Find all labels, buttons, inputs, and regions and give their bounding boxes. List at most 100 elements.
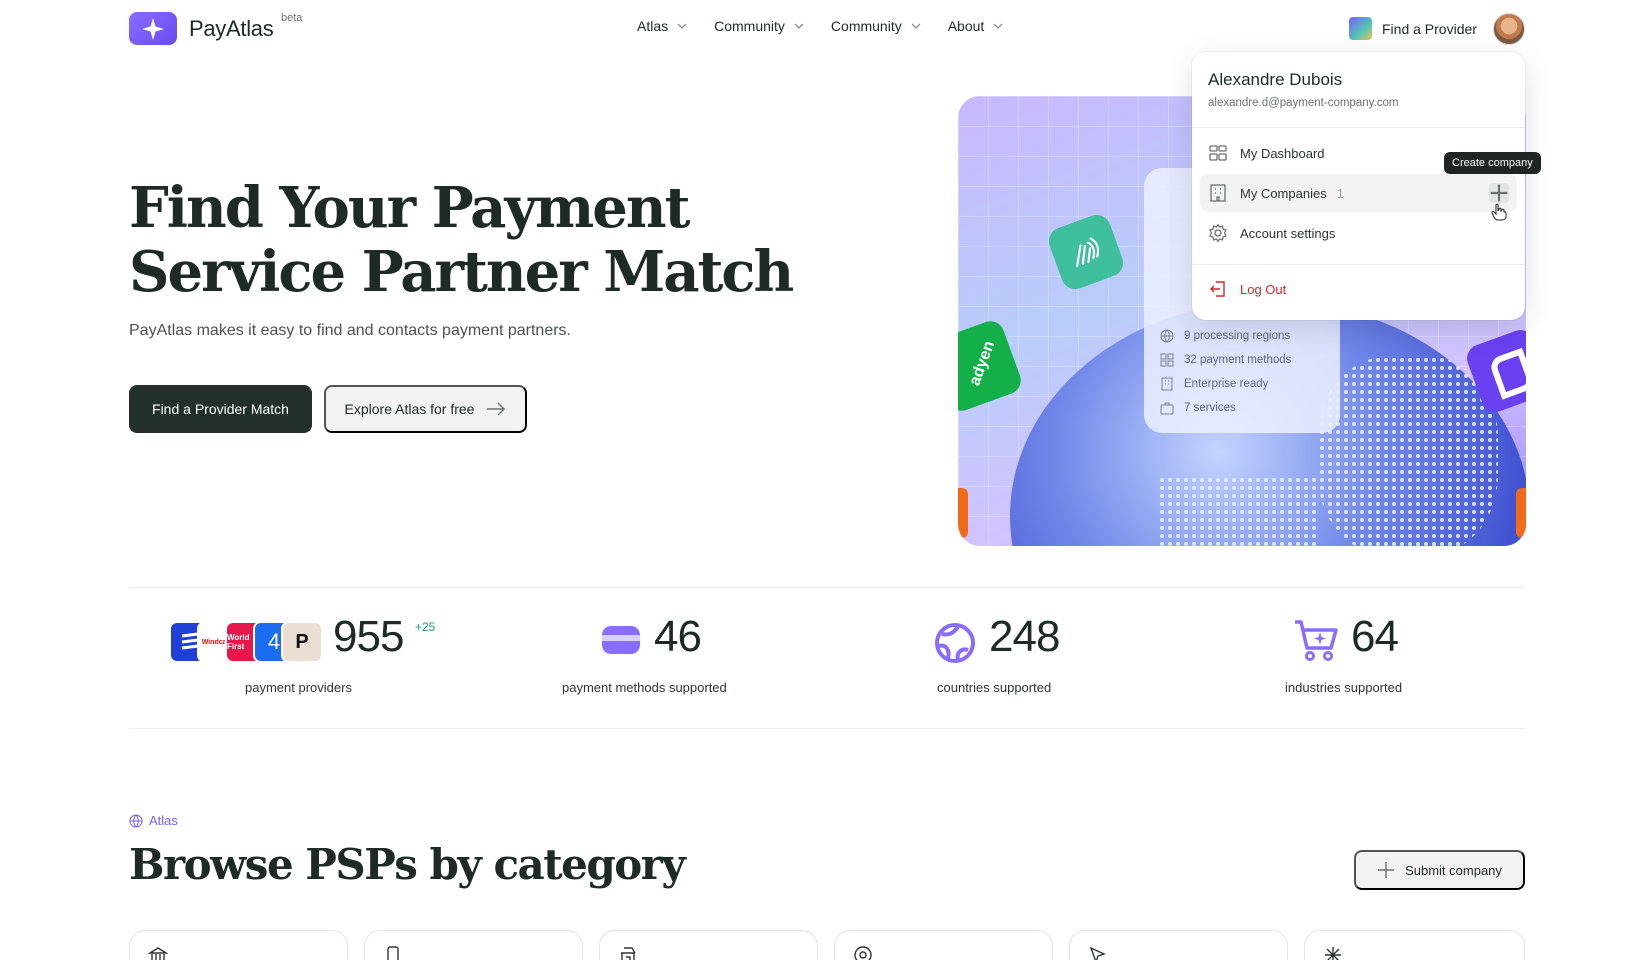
decorative-bar — [1516, 488, 1526, 538]
explore-atlas-button[interactable]: Explore Atlas for free — [324, 385, 527, 433]
user-email: alexandre.d@payment-company.com — [1208, 97, 1399, 109]
info-services-label: 7 services — [1184, 402, 1236, 414]
adyen-logo-text: adyen — [966, 338, 999, 389]
bank-icon — [148, 947, 168, 960]
stat-value: 248 — [989, 612, 1060, 661]
create-company-button[interactable] — [1489, 183, 1509, 203]
category-card[interactable] — [599, 930, 818, 960]
category-card[interactable] — [834, 930, 1053, 960]
info-enterprise-label: Enterprise ready — [1184, 378, 1269, 390]
find-provider-icon — [1349, 17, 1372, 40]
top-header: PayAtlas beta Atlas Community Community … — [0, 0, 1650, 56]
phone-icon — [387, 946, 399, 960]
stat-value: 64 — [1351, 612, 1399, 661]
explore-atlas-label: Explore Atlas for free — [344, 401, 475, 417]
brand-name: PayAtlas — [189, 15, 274, 41]
sparkle-logo-icon — [129, 12, 177, 45]
nav-atlas-label: Atlas — [637, 18, 669, 34]
provider-logo-text: P — [295, 630, 309, 653]
plus-icon — [1378, 862, 1395, 878]
user-name: Alexandre Dubois — [1208, 70, 1343, 89]
cursor-icon — [1089, 946, 1106, 960]
shopping-cart-icon — [1295, 620, 1338, 661]
hero-title-line2: Service Partner Match — [129, 239, 794, 305]
info-enterprise: Enterprise ready — [1160, 376, 1291, 392]
provider-logo-stack: Windcave World First 4 P — [169, 621, 324, 663]
info-methods: 32 payment methods — [1160, 352, 1291, 368]
stat-label: payment methods supported — [562, 680, 727, 695]
gear-icon — [1209, 223, 1227, 243]
hero-subtitle: PayAtlas makes it easy to find and conta… — [129, 322, 571, 339]
submit-company-button[interactable]: Submit company — [1354, 850, 1525, 890]
menu-item-account-settings-label: Account settings — [1240, 225, 1336, 241]
chevron-down-icon — [794, 23, 804, 29]
stat-value: 46 — [654, 612, 702, 661]
menu-item-logout[interactable]: Log Out — [1200, 270, 1517, 308]
find-provider-link[interactable]: Find a Provider — [1349, 17, 1477, 40]
chevron-down-icon — [677, 23, 687, 29]
dashboard-icon — [1209, 145, 1227, 161]
store-icon — [621, 947, 636, 960]
stat-payment-providers: 955 — [333, 612, 404, 662]
providers-delta-badge: +25 — [415, 620, 436, 634]
stat-value: 955 — [333, 612, 404, 661]
nav-about-label: About — [947, 18, 985, 34]
hand-cursor-icon — [1491, 203, 1507, 221]
menu-divider — [1192, 127, 1525, 128]
sparkle-icon — [1325, 947, 1341, 960]
menu-item-companies-label: My Companies — [1240, 185, 1327, 201]
chevron-down-icon — [993, 23, 1003, 29]
section-kicker-label: Atlas — [149, 813, 178, 828]
section-divider — [129, 728, 1525, 729]
stat-label: countries supported — [937, 680, 1052, 695]
nav-community-2[interactable]: Community — [831, 18, 922, 34]
globe-icon — [935, 623, 975, 663]
menu-item-account-settings[interactable]: Account settings — [1200, 214, 1517, 252]
section-title: Browse PSPs by category — [129, 840, 686, 889]
stat-countries: 248 — [989, 612, 1060, 662]
section-divider — [129, 587, 1525, 588]
globe-icon — [1160, 329, 1174, 343]
decorative-bar — [958, 488, 968, 538]
user-menu-dropdown: Alexandre Dubois alexandre.d@payment-com… — [1192, 52, 1525, 320]
building-icon — [1210, 184, 1226, 202]
nav-community-2-label: Community — [830, 18, 902, 34]
menu-item-companies[interactable]: My Companies 1 — [1200, 174, 1517, 212]
find-provider-match-button[interactable]: Find a Provider Match — [129, 385, 312, 433]
chevron-down-icon — [911, 23, 921, 29]
arrow-right-icon — [487, 402, 506, 416]
info-regions-label: 9 processing regions — [1184, 330, 1291, 342]
logout-label: Log Out — [1240, 281, 1287, 297]
beta-badge: beta — [281, 12, 303, 24]
nav-community[interactable]: Community — [714, 18, 805, 34]
hero-title: Find Your Payment Service Partner Match — [129, 176, 829, 304]
stat-label: payment providers — [245, 680, 352, 695]
category-card[interactable] — [364, 930, 583, 960]
category-card[interactable] — [129, 930, 348, 960]
globe-dots — [1158, 476, 1318, 546]
companies-count: 1 — [1336, 185, 1344, 201]
nav-community-label: Community — [714, 18, 785, 34]
user-avatar[interactable] — [1493, 13, 1525, 45]
grid-icon — [1160, 353, 1174, 367]
nav-atlas[interactable]: Atlas — [637, 18, 688, 34]
brand-logo[interactable]: PayAtlas beta — [129, 12, 302, 45]
plus-icon — [1490, 184, 1508, 202]
nav-about[interactable]: About — [948, 18, 1005, 34]
stat-label: industries supported — [1285, 680, 1403, 695]
info-methods-label: 32 payment methods — [1184, 354, 1292, 366]
submit-company-label: Submit company — [1405, 862, 1502, 878]
briefcase-icon — [1160, 402, 1174, 415]
stat-payment-methods: 46 — [654, 612, 702, 662]
globe-grid-icon — [854, 946, 872, 960]
category-card[interactable] — [1304, 930, 1525, 960]
provider-logo: P — [281, 621, 323, 663]
category-card[interactable] — [1069, 930, 1288, 960]
section-kicker: Atlas — [129, 813, 178, 828]
hero-title-line1: Find Your Payment — [129, 175, 690, 241]
globe-icon — [129, 814, 143, 827]
create-company-tooltip: Create company — [1444, 152, 1541, 174]
provider-info-list: 9 processing regions 32 payment methods … — [1160, 328, 1291, 416]
provider-logo-text: 4 — [267, 629, 281, 654]
stat-industries: 64 — [1351, 612, 1399, 662]
